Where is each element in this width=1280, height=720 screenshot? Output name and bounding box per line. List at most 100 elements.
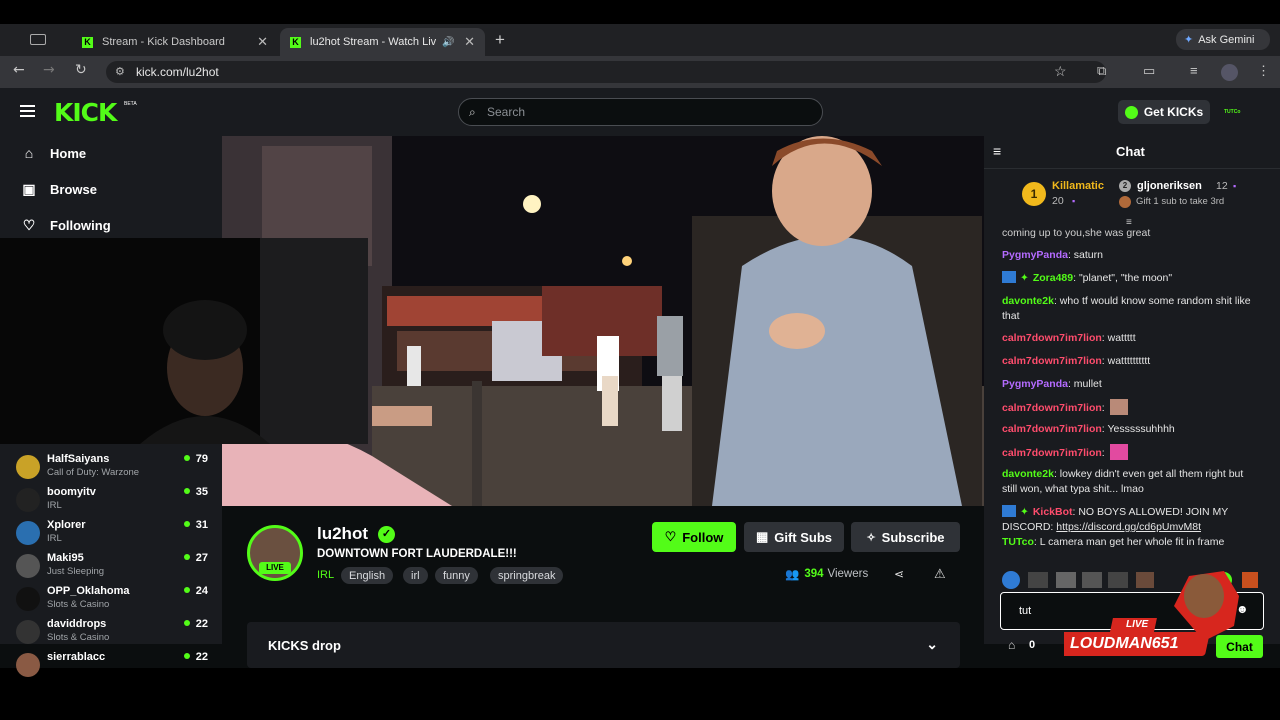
category-link[interactable]: IRL [317,569,334,581]
sidebar-item-label: Home [50,145,87,161]
channel-item[interactable]: boomyitv IRL 35 [16,485,212,518]
hamburger-icon[interactable] [20,105,35,117]
expand-leaderboard-icon[interactable]: ≡ [1126,217,1132,228]
chat-username[interactable]: TUTco [1002,536,1034,548]
channel-category: IRL [47,500,62,511]
sidebar-item-home[interactable]: ⌂ Home [20,141,86,165]
leaderboard-first-name[interactable]: Killamatic [1052,180,1104,192]
tab-lu2hot-stream[interactable]: K lu2hot Stream - Watch Liv 🔊 ✕ [280,28,485,56]
chat-title: Chat [1116,144,1145,159]
chat-username[interactable]: calm7down7im7lion [1002,332,1102,344]
viewers-icon: 👥 [785,569,800,581]
sidebar-item-following[interactable]: ♡ Following [20,213,111,237]
viewer-number: 394 [804,568,824,580]
ask-gemini-button[interactable]: ✦ Ask Gemini [1176,29,1270,50]
channel-avatar [16,488,40,512]
chat-username[interactable]: calm7down7im7lion [1002,447,1102,459]
chat-message: TUTco: L camera man get her whole fit in… [1002,536,1225,548]
channel-name: boomyitv [47,486,96,498]
address-bar[interactable]: ⚙ kick.com/lu2hot [106,61,1106,83]
chat-username[interactable]: calm7down7im7lion [1002,355,1102,367]
follow-label: Follow [682,529,724,545]
channel-item[interactable]: Xplorer IRL 31 [16,518,212,551]
profile-avatar[interactable] [1221,64,1238,81]
subscribe-button[interactable]: ✧ Subscribe [851,522,960,552]
chat-username[interactable]: PygmyPanda [1002,249,1068,261]
channel-name: OPP_Oklahoma [47,585,130,597]
follow-button[interactable]: ♡ Follow [652,522,736,552]
collapse-chat-icon[interactable]: ≡ [993,143,1001,159]
kicks-drop-label: KICKS drop [268,637,341,653]
close-icon[interactable]: ✕ [249,34,268,50]
user-avatar[interactable]: TUTCo [1224,109,1240,115]
reload-icon[interactable]: ↻ [75,62,87,78]
kick-logo[interactable]: KICK [54,98,117,127]
stream-title: DOWNTOWN FORT LAUDERDALE!!! [317,548,517,560]
chat-message: calm7down7im7lion: [1002,444,1258,461]
extensions-icon[interactable]: ⧉ [1097,63,1106,79]
tag-irl[interactable]: irl [403,567,428,584]
url-text: kick.com/lu2hot [136,65,219,79]
chat-username[interactable]: calm7down7im7lion [1002,423,1102,435]
chat-username[interactable]: davonte2k [1002,468,1054,480]
cast-icon[interactable]: ▭ [1143,63,1155,79]
channel-item[interactable]: sierrablacc 22 [16,650,212,683]
chat-text: watttttttttt [1107,355,1151,367]
gift-subs-button[interactable]: ▦ Gift Subs [744,522,844,552]
search-input[interactable]: ⌕ Search [458,98,823,126]
site-info-icon[interactable]: ⚙ [115,65,125,78]
heart-icon: ♡ [22,216,36,233]
new-tab-button[interactable]: + [495,30,505,50]
gift-icon: ▪ [1072,196,1076,206]
chat-username[interactable]: calm7down7im7lion [1002,402,1102,414]
forward-icon[interactable]: → [43,62,55,78]
channel-item[interactable]: OPP_Oklahoma Slots & Casino 24 [16,584,212,617]
chat-message: ✦ Zora489: "planet", "the moon" [1002,271,1258,286]
channel-item[interactable]: daviddrops Slots & Casino 22 [16,617,212,650]
os-menu-bar [0,0,1280,24]
channel-category: Call of Duty: Warzone [47,467,140,478]
chat-username[interactable]: KickBot [1033,506,1073,518]
chat-text: "planet", "the moon" [1078,272,1173,284]
channel-item[interactable]: HalfSaiyans Call of Duty: Warzone 79 [16,452,212,485]
webcam-overlay [0,238,368,444]
bookmark-star-icon[interactable]: ☆ [1054,63,1067,80]
tag-springbreak[interactable]: springbreak [490,567,564,584]
tab-search-icon[interactable] [30,34,46,45]
tag-english[interactable]: English [341,567,394,584]
chevron-down-icon[interactable]: ⌄ [926,636,938,653]
channel-name: daviddrops [47,618,107,630]
emote-icon[interactable] [1028,572,1048,588]
chat-username[interactable]: davonte2k [1002,295,1054,307]
menu-dots-icon[interactable]: ⋮ [1257,63,1270,79]
emote-icon [1109,399,1128,415]
globe-emote-icon[interactable] [1002,571,1020,589]
verified-icon: ✦ [1020,506,1029,518]
streamer-name[interactable]: lu2hot [317,524,368,544]
chat-username[interactable]: Zora489 [1033,272,1073,284]
channel-item[interactable]: Maki95 Just Sleeping 27 [16,551,212,584]
share-icon[interactable]: ⋖ [894,567,904,581]
store-icon[interactable]: ⌂ [1008,638,1015,652]
kicks-drop-panel[interactable]: KICKS drop ⌄ [247,622,960,668]
channel-category: Slots & Casino [47,632,110,643]
chat-message: PygmyPanda: saturn [1002,249,1103,261]
report-icon[interactable]: ⚠ [934,566,946,582]
chat-message: coming up to you,she was great [1002,228,1258,241]
tag-funny[interactable]: funny [435,567,478,584]
chat-link[interactable]: https://discord.gg/cd6pUmvM8t [1056,521,1201,533]
leaderboard-second-count: 12 [1216,180,1228,192]
tab-kick-dashboard[interactable]: K Stream - Kick Dashboard ✕ [72,28,278,56]
media-icon[interactable]: ≡ [1190,63,1198,78]
sidebar-item-browse[interactable]: ▣ Browse [20,177,97,201]
leaderboard-second-name[interactable]: gljoneriksen [1137,180,1202,192]
channel-category: Slots & Casino [47,599,110,610]
chat-username[interactable]: PygmyPanda [1002,378,1068,390]
speaker-icon[interactable]: 🔊 [442,37,454,48]
chat-text: mullet [1073,378,1102,390]
channel-name: Maki95 [47,552,84,564]
close-icon[interactable]: ✕ [456,34,475,50]
channel-viewers: 31 [184,519,208,531]
get-kicks-button[interactable]: Get KICKs [1118,100,1210,124]
back-icon[interactable]: ← [13,62,25,78]
